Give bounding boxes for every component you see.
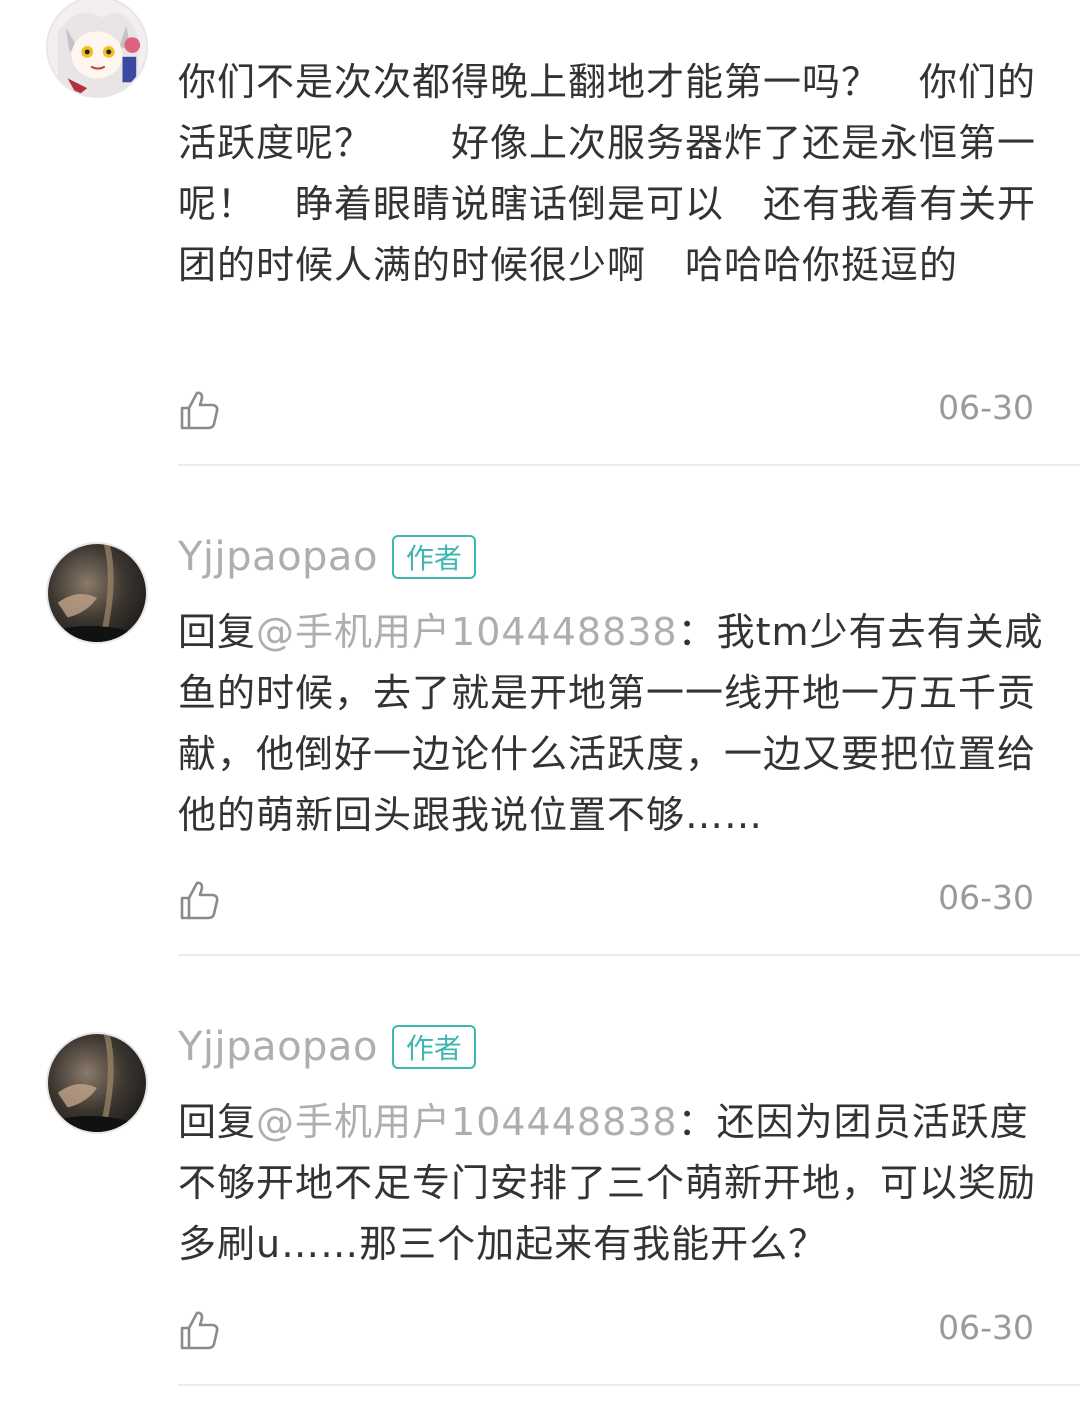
comment-text: 回复@手机用户104448838：我tm少有去有关咸鱼的时候，去了就是开地第一一… bbox=[178, 602, 1048, 846]
author-row: Yjjpaopao 作者 bbox=[178, 532, 476, 582]
avatar[interactable] bbox=[46, 542, 148, 644]
author-badge: 作者 bbox=[391, 1025, 476, 1069]
divider bbox=[178, 1384, 1080, 1386]
comment-date: 06-30 bbox=[938, 388, 1034, 427]
dark-photo-avatar-image bbox=[48, 1034, 146, 1132]
reply-separator: ： bbox=[677, 1100, 717, 1144]
reply-prefix: 回复 bbox=[178, 610, 257, 654]
dark-photo-avatar-image bbox=[48, 544, 146, 642]
reply-target-link[interactable]: @手机用户104448838 bbox=[256, 610, 678, 654]
author-badge: 作者 bbox=[391, 535, 476, 579]
comment-date: 06-30 bbox=[938, 1308, 1034, 1347]
comment-list: 你们不是次次都得晚上翻地才能第一吗？ 你们的活跃度呢？ 好像上次服务器炸了还是永… bbox=[0, 0, 1080, 1415]
comment-item: Yjjpaopao 作者 回复@手机用户104448838：还因为团员活跃度不够… bbox=[0, 956, 1080, 1396]
thumbs-up-icon[interactable] bbox=[178, 388, 222, 432]
anime-avatar-image bbox=[48, 0, 146, 96]
reply-separator: ： bbox=[677, 610, 717, 654]
thumbs-up-icon[interactable] bbox=[178, 1308, 222, 1352]
author-name[interactable]: Yjjpaopao bbox=[178, 534, 378, 580]
comment-item: Yjjpaopao 作者 回复@手机用户104448838：我tm少有去有关咸鱼… bbox=[0, 466, 1080, 958]
comment-date: 06-30 bbox=[938, 878, 1034, 917]
thumbs-up-icon[interactable] bbox=[178, 878, 222, 922]
author-name[interactable]: Yjjpaopao bbox=[178, 1024, 378, 1070]
avatar[interactable] bbox=[46, 0, 148, 98]
comment-text: 你们不是次次都得晚上翻地才能第一吗？ 你们的活跃度呢？ 好像上次服务器炸了还是永… bbox=[178, 60, 1037, 287]
comment-item: 你们不是次次都得晚上翻地才能第一吗？ 你们的活跃度呢？ 好像上次服务器炸了还是永… bbox=[0, 0, 1080, 466]
reply-prefix: 回复 bbox=[178, 1100, 257, 1144]
author-row: Yjjpaopao 作者 bbox=[178, 1022, 476, 1072]
comment-text: 回复@手机用户104448838：还因为团员活跃度不够开地不足专门安排了三个萌新… bbox=[178, 1092, 1048, 1275]
reply-target-link[interactable]: @手机用户104448838 bbox=[256, 1100, 678, 1144]
avatar[interactable] bbox=[46, 1032, 148, 1134]
